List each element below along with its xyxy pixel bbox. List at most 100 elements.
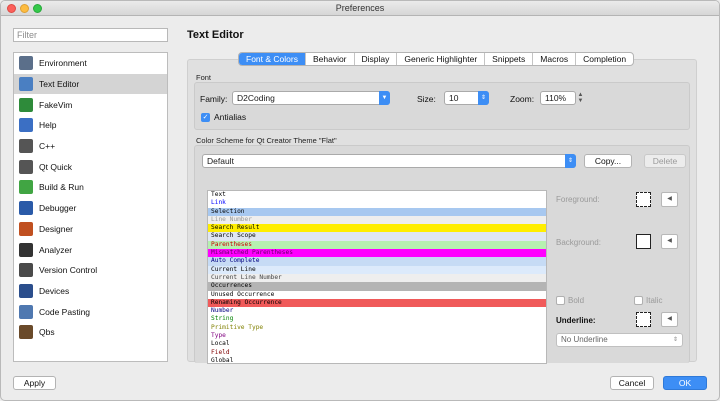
color-item-row[interactable]: Search Result — [208, 224, 546, 233]
color-scheme-group: Default ⇕ Copy... Delete Text Link Selecti… — [194, 145, 690, 364]
color-scheme-select[interactable]: Default ⇕ — [202, 154, 576, 168]
color-item-row[interactable]: Renaming Occurrence — [208, 298, 546, 308]
italic-label: Italic — [646, 296, 663, 305]
filter-input[interactable]: Filter — [13, 28, 168, 42]
sidebar-item-fakevim[interactable]: FakeVim — [14, 94, 167, 115]
sidebar-item-label: Analyzer — [39, 244, 73, 255]
color-item-row[interactable]: Selection — [208, 207, 546, 216]
sidebar-item-qt-quick[interactable]: Qt Quick — [14, 156, 167, 177]
color-scheme-group-title: Color Scheme for Qt Creator Theme "Flat" — [196, 136, 337, 145]
color-item-row[interactable]: Mismatched Parentheses — [208, 249, 546, 258]
sidebar-item-devices[interactable]: Devices — [14, 281, 167, 302]
sidebar-item-help[interactable]: Help — [14, 115, 167, 136]
text-editor-icon — [19, 77, 33, 92]
sidebar-item-version-control[interactable]: Version Control — [14, 260, 167, 281]
ok-button[interactable]: OK — [663, 376, 707, 390]
delete-button[interactable]: Delete — [644, 154, 686, 168]
sidebar-item-label: Code Pasting — [39, 306, 91, 317]
tab-snippets[interactable]: Snippets — [485, 53, 534, 65]
foreground-erase-button[interactable]: ◀ — [661, 192, 678, 207]
foreground-label: Foreground: — [556, 195, 600, 204]
font-group-title: Font — [196, 73, 212, 82]
color-item-row[interactable]: Occurrences — [208, 282, 546, 291]
font-size-value: 10 — [449, 93, 459, 103]
color-item-row[interactable]: Local — [208, 340, 546, 349]
underline-label: Underline: — [556, 316, 596, 325]
sidebar-item-qbs[interactable]: Qbs — [14, 322, 167, 343]
color-item-row[interactable]: Line Number — [208, 215, 546, 225]
left-arrow-icon: ◀ — [667, 238, 672, 244]
antialias-checkbox[interactable]: ✓ — [201, 113, 210, 122]
tab-generic-highlighter[interactable]: Generic Highlighter — [397, 53, 486, 65]
sidebar-item-environment[interactable]: Environment — [14, 53, 167, 74]
underline-style-select[interactable]: No Underline ⇕ — [556, 333, 683, 347]
color-item-row[interactable]: Number — [208, 307, 546, 316]
color-scheme-value: Default — [207, 156, 234, 166]
color-item-row[interactable]: Type — [208, 332, 546, 341]
build-run-icon — [19, 180, 33, 195]
sidebar-item-label: Build & Run — [39, 182, 84, 193]
font-size-spinner[interactable]: 10 ⇕ — [444, 91, 489, 105]
underline-style-value: No Underline — [561, 335, 608, 344]
zoom-value: 110% — [545, 93, 567, 103]
tab-behavior[interactable]: Behavior — [306, 53, 355, 65]
background-color-swatch[interactable] — [636, 234, 651, 249]
tab-font-colors[interactable]: Font & Colors — [239, 53, 306, 65]
color-item-row[interactable]: Current Line — [208, 265, 546, 274]
sidebar-item-label: Version Control — [39, 265, 98, 276]
sidebar-item-label: Debugger — [39, 203, 77, 214]
color-item-row[interactable]: Parentheses — [208, 240, 546, 250]
color-item-row[interactable]: Field — [208, 348, 546, 357]
settings-tabs: Font & Colors Behavior Display Generic High… — [238, 52, 635, 66]
analyzer-icon — [19, 242, 33, 257]
help-icon — [19, 118, 33, 133]
font-family-select[interactable]: D2Coding ▼ — [232, 91, 390, 105]
bold-checkbox[interactable] — [556, 296, 565, 305]
color-item-row[interactable]: Text — [208, 191, 546, 200]
sidebar-item-cpp[interactable]: C++ — [14, 136, 167, 157]
color-item-list: Text Link Selection Line Number Search Resul… — [207, 190, 547, 364]
copy-button[interactable]: Copy... — [584, 154, 632, 168]
tab-macros[interactable]: Macros — [533, 53, 577, 65]
sidebar-item-analyzer[interactable]: Analyzer — [14, 239, 167, 260]
font-family-value: D2Coding — [237, 93, 275, 103]
stepper-icon[interactable]: ▲ ▼ — [577, 92, 584, 104]
environment-icon — [19, 56, 33, 71]
sidebar-item-label: Help — [39, 120, 57, 131]
color-item-row[interactable]: Unused Occurrence — [208, 290, 546, 299]
sidebar-item-build-run[interactable]: Build & Run — [14, 177, 167, 198]
sidebar-item-label: Devices — [39, 285, 70, 296]
devices-icon — [19, 283, 33, 298]
sidebar-item-code-pasting[interactable]: Code Pasting — [14, 301, 167, 322]
background-label: Background: — [556, 238, 601, 247]
background-erase-button[interactable]: ◀ — [661, 234, 678, 249]
underline-color-swatch[interactable] — [636, 312, 651, 327]
sidebar-item-text-editor[interactable]: Text Editor — [14, 73, 167, 95]
sidebar-item-debugger[interactable]: Debugger — [14, 198, 167, 219]
color-item-row[interactable]: Link — [208, 199, 546, 208]
window-title: Preferences — [335, 3, 385, 13]
sidebar-item-designer[interactable]: Designer — [14, 219, 167, 240]
color-item-row[interactable]: Primitive Type — [208, 323, 546, 333]
sidebar-item-label: Designer — [39, 223, 74, 234]
maximize-window-button[interactable] — [33, 4, 42, 13]
color-item-row[interactable]: Search Scope — [208, 232, 546, 241]
color-item-row[interactable]: Auto Complete — [208, 257, 546, 266]
cancel-button[interactable]: Cancel — [610, 376, 654, 390]
color-item-row[interactable]: String — [208, 315, 546, 324]
tab-completion[interactable]: Completion — [576, 53, 633, 65]
sidebar-item-label: Text Editor — [39, 79, 80, 90]
zoom-spinner[interactable]: 110% ▲ ▼ — [540, 91, 583, 105]
stepper-icon[interactable]: ⇕ — [478, 91, 489, 105]
close-window-button[interactable] — [7, 4, 16, 13]
foreground-color-swatch[interactable] — [636, 192, 651, 207]
color-item-row[interactable]: Current Line Number — [208, 273, 546, 283]
apply-button[interactable]: Apply — [13, 376, 56, 390]
tab-display[interactable]: Display — [355, 53, 398, 65]
underline-erase-button[interactable]: ◀ — [661, 312, 678, 327]
italic-checkbox[interactable] — [634, 296, 643, 305]
family-label: Family: — [200, 94, 228, 104]
color-item-row[interactable]: Global — [208, 356, 546, 363]
chevron-down-icon: ▼ — [379, 91, 390, 105]
minimize-window-button[interactable] — [20, 4, 29, 13]
